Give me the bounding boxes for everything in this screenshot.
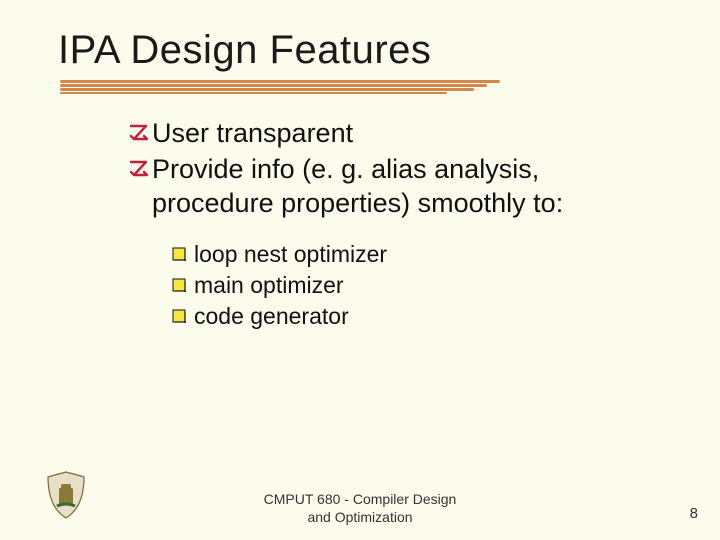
title-underline <box>60 80 500 94</box>
footer-line1: CMPUT 680 - Compiler Design <box>264 491 457 507</box>
list-item: Provide info (e. g. alias analysis, proc… <box>130 153 660 221</box>
list-item: User transparent <box>130 117 660 151</box>
box-bullet-icon <box>172 302 194 328</box>
page-number: 8 <box>690 505 698 522</box>
list-item-text: User transparent <box>152 117 353 151</box>
slide-title: IPA Design Features <box>0 0 720 73</box>
footer-line2: and Optimization <box>307 509 412 525</box>
list-item: loop nest optimizer <box>172 240 660 269</box>
box-bullet-icon <box>172 240 194 266</box>
z-bullet-icon <box>130 117 152 145</box>
list-item-text: loop nest optimizer <box>194 240 387 269</box>
z-bullet-icon <box>130 153 152 181</box>
list-item-text: Provide info (e. g. alias analysis, proc… <box>152 153 660 221</box>
list-item: code generator <box>172 302 660 331</box>
list-item-text: code generator <box>194 302 349 331</box>
footer-course: CMPUT 680 - Compiler Design and Optimiza… <box>0 491 720 526</box>
sub-list: loop nest optimizer main optimizer c <box>130 222 660 330</box>
box-bullet-icon <box>172 271 194 297</box>
slide-content: User transparent Provide info (e. g. ali… <box>0 73 720 331</box>
list-item-text: main optimizer <box>194 271 344 300</box>
list-item: main optimizer <box>172 271 660 300</box>
